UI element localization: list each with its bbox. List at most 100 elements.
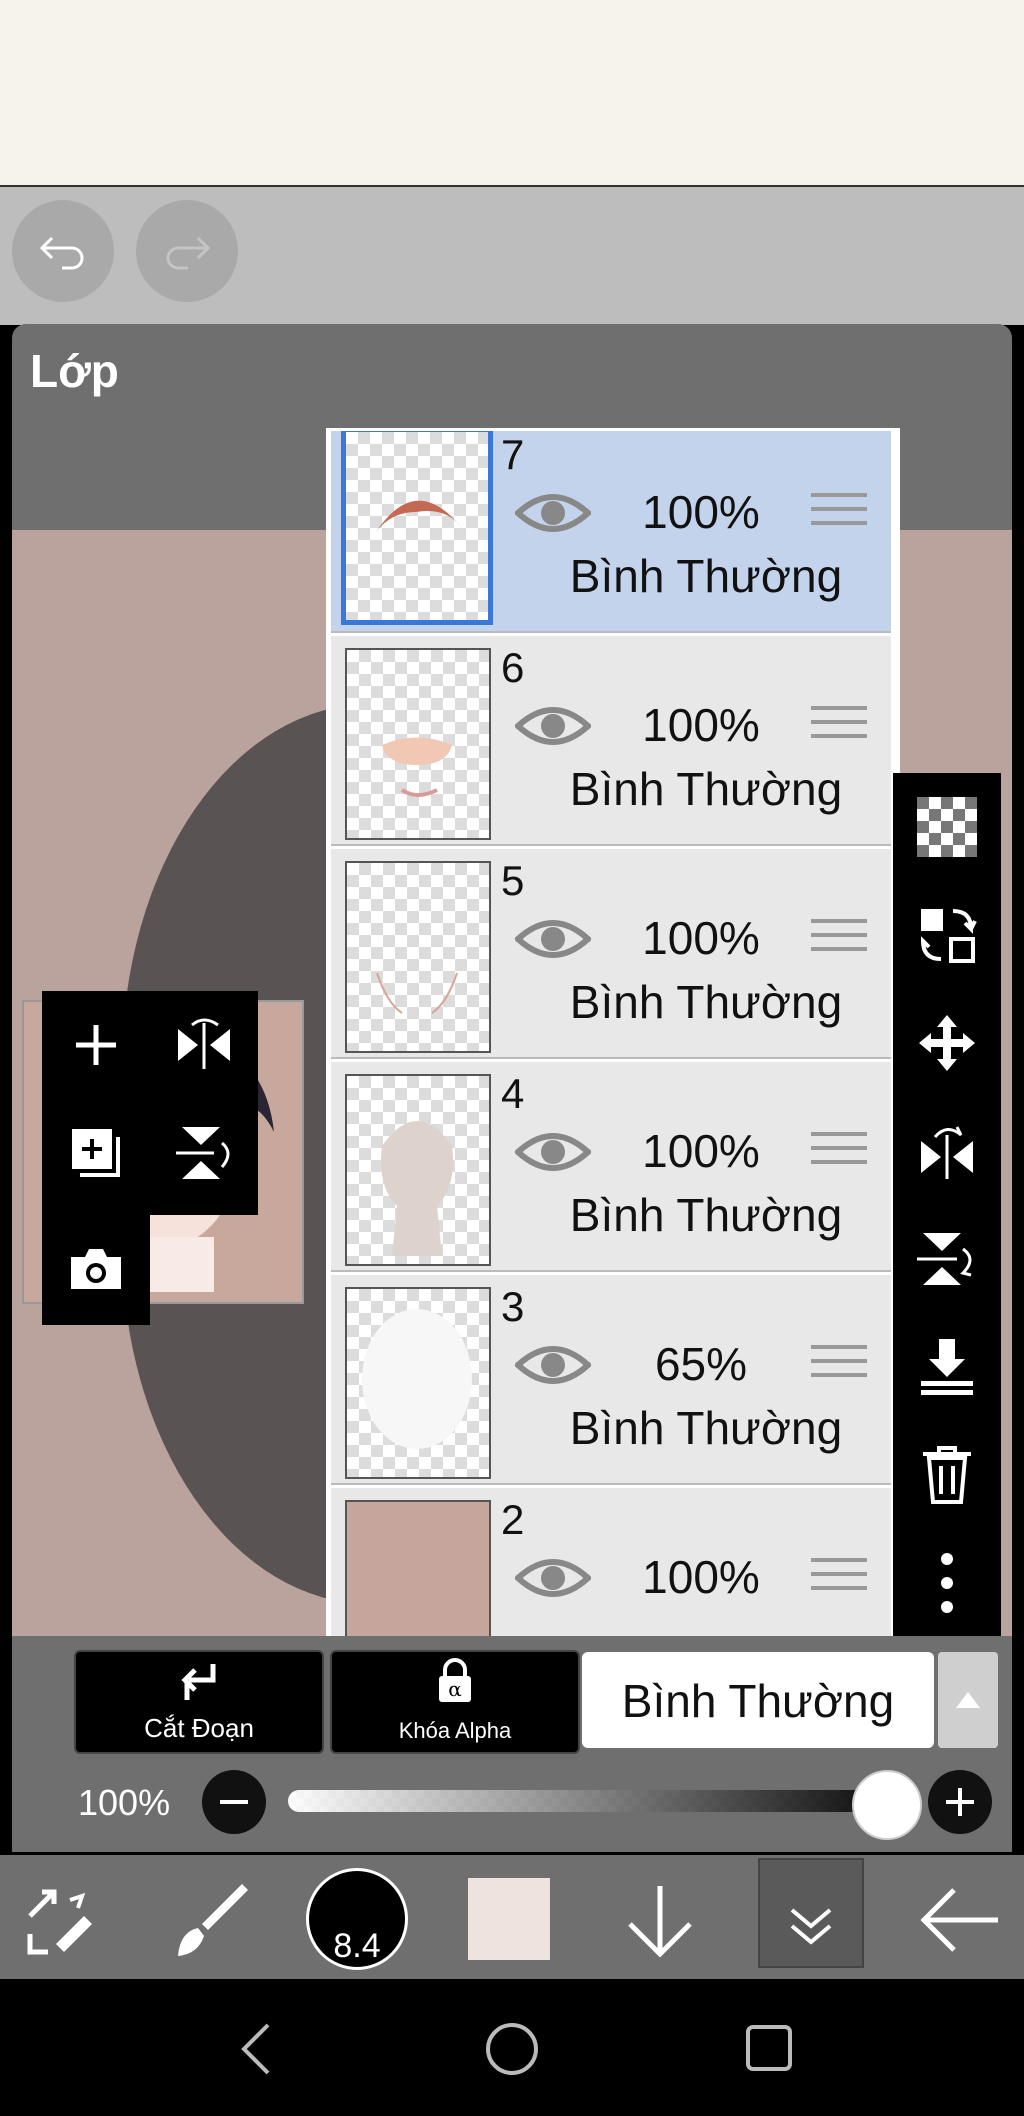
add-layer-button[interactable] (42, 991, 150, 1099)
undo-button[interactable] (12, 200, 114, 302)
eye-icon[interactable] (515, 1337, 591, 1393)
blend-mode-value: Bình Thường (621, 1675, 895, 1727)
layer-opacity: 65% (654, 1338, 748, 1390)
minus-icon (220, 1800, 248, 1804)
drag-handle-icon[interactable] (811, 1345, 867, 1389)
merge-down-button[interactable] (893, 1313, 1001, 1421)
alpha-lock-label: Khóa Alpha (398, 1718, 512, 1743)
layer-number: 6 (501, 644, 525, 691)
plus-icon (946, 1788, 974, 1816)
layer-row[interactable]: 7 100% Bình Thường (331, 431, 891, 633)
eye-icon[interactable] (515, 485, 591, 541)
transform-icon (27, 1889, 92, 1955)
eye-icon[interactable] (515, 1124, 591, 1180)
opacity-increase-button[interactable] (928, 1770, 992, 1834)
triangle-up-icon (956, 1692, 980, 1708)
back-button[interactable] (918, 1884, 1002, 1961)
more-button[interactable] (893, 1529, 1001, 1637)
canvas-top-area (0, 0, 1024, 187)
layer-thumbnail (345, 648, 491, 840)
eye-icon[interactable] (515, 1550, 591, 1606)
opacity-decrease-button[interactable] (202, 1770, 266, 1834)
brush-tool-button[interactable] (168, 1878, 252, 1967)
layer-number: 2 (501, 1496, 525, 1543)
camera-icon (71, 1249, 121, 1289)
flip-v-button[interactable] (893, 1205, 1001, 1313)
layer-blend-mode: Bình Thường (569, 976, 843, 1028)
drag-handle-icon[interactable] (811, 493, 867, 537)
color-swatch[interactable] (468, 1878, 550, 1960)
more-icon (941, 1553, 953, 1613)
layer-row[interactable]: 4 100% Bình Thường (331, 1062, 891, 1272)
layer-opacity: 100% (642, 699, 760, 751)
transparency-button[interactable] (893, 773, 1001, 881)
transfer-button[interactable] (893, 881, 1001, 989)
layer-blend-mode: Bình Thường (569, 1402, 843, 1454)
transfer-icon (920, 909, 977, 963)
add-layer-icon (76, 1025, 116, 1065)
redo-button[interactable] (136, 200, 238, 302)
clipping-label: Cắt Đoạn (144, 1713, 254, 1743)
nav-back-icon[interactable] (236, 2021, 276, 2077)
layer-row[interactable]: 5 100% Bình Thường (331, 849, 891, 1059)
layer-opacity: 100% (642, 486, 760, 538)
download-button[interactable] (620, 1880, 700, 1965)
layer-thumbnail (345, 1500, 491, 1636)
layer-row[interactable]: 6 100% Bình Thường (331, 636, 891, 846)
layer-blend-mode: Bình Thường (569, 763, 843, 815)
add-copy-icon (72, 1129, 120, 1177)
opacity-label: 100% (78, 1782, 171, 1823)
drag-handle-icon[interactable] (811, 919, 867, 963)
layer-row[interactable]: 2 100% (331, 1488, 891, 1636)
layer-opacity: 100% (642, 1551, 760, 1603)
layers-icon (790, 1908, 832, 1945)
nav-recents-icon[interactable] (744, 2023, 794, 2073)
svg-text:α: α (448, 1677, 462, 1701)
layer-number: 4 (501, 1070, 525, 1117)
layer-number: 7 (501, 431, 525, 478)
blend-mode-dropdown-button[interactable] (938, 1652, 998, 1748)
eye-icon[interactable] (515, 698, 591, 754)
brush-icon (178, 1884, 248, 1956)
layer-blend-mode: Bình Thường (569, 550, 843, 602)
layer-opacity: 100% (642, 912, 760, 964)
blend-mode-select[interactable]: Bình Thường (582, 1652, 934, 1748)
drag-handle-icon[interactable] (811, 1558, 867, 1602)
panel-title: Lớp (30, 345, 119, 397)
alpha-lock-button[interactable]: α Khóa Alpha (330, 1650, 580, 1754)
layer-thumbnail (345, 861, 491, 1053)
redo-icon (166, 236, 211, 270)
drag-handle-icon[interactable] (811, 1132, 867, 1176)
opacity-slider[interactable] (288, 1790, 888, 1812)
down-arrow-icon (628, 1886, 692, 1958)
layer-thumbnail (345, 1074, 491, 1266)
layer-row[interactable]: 3 65% Bình Thường (331, 1275, 891, 1485)
layer-thumbnail (345, 1287, 491, 1479)
merge-down-icon (921, 1339, 973, 1395)
brush-size-value: 8.4 (333, 1927, 381, 1965)
layer-list[interactable]: 7 100% Bình Thường 6 100% Bình Thường 5 … (326, 428, 900, 1639)
layer-thumbnail (341, 431, 493, 625)
layers-button[interactable] (758, 1858, 864, 1968)
layer-opacity: 100% (642, 1125, 760, 1177)
drag-handle-icon[interactable] (811, 706, 867, 750)
flip-horizontal-button[interactable] (150, 991, 258, 1099)
flip-h-button[interactable] (893, 1097, 1001, 1205)
clipping-icon (181, 1664, 216, 1700)
add-copy-button[interactable] (42, 1099, 150, 1207)
brush-size-button[interactable]: 8.4 (306, 1868, 408, 1970)
system-nav-bar (0, 1979, 1024, 2116)
transform-tool-button[interactable] (20, 1882, 100, 1967)
camera-button[interactable] (42, 1215, 150, 1325)
flip-horizontal-icon (178, 1018, 230, 1069)
clipping-button[interactable]: Cắt Đoạn (74, 1650, 324, 1754)
lock-icon: α (439, 1658, 471, 1702)
opacity-slider-knob[interactable] (852, 1770, 922, 1840)
move-button[interactable] (893, 989, 1001, 1097)
eye-icon[interactable] (515, 911, 591, 967)
delete-layer-button[interactable] (893, 1421, 1001, 1529)
flip-vertical-button[interactable] (150, 1099, 258, 1207)
flip-vertical-icon (176, 1127, 230, 1179)
nav-home-icon[interactable] (484, 2021, 540, 2077)
undo-icon (39, 236, 84, 270)
